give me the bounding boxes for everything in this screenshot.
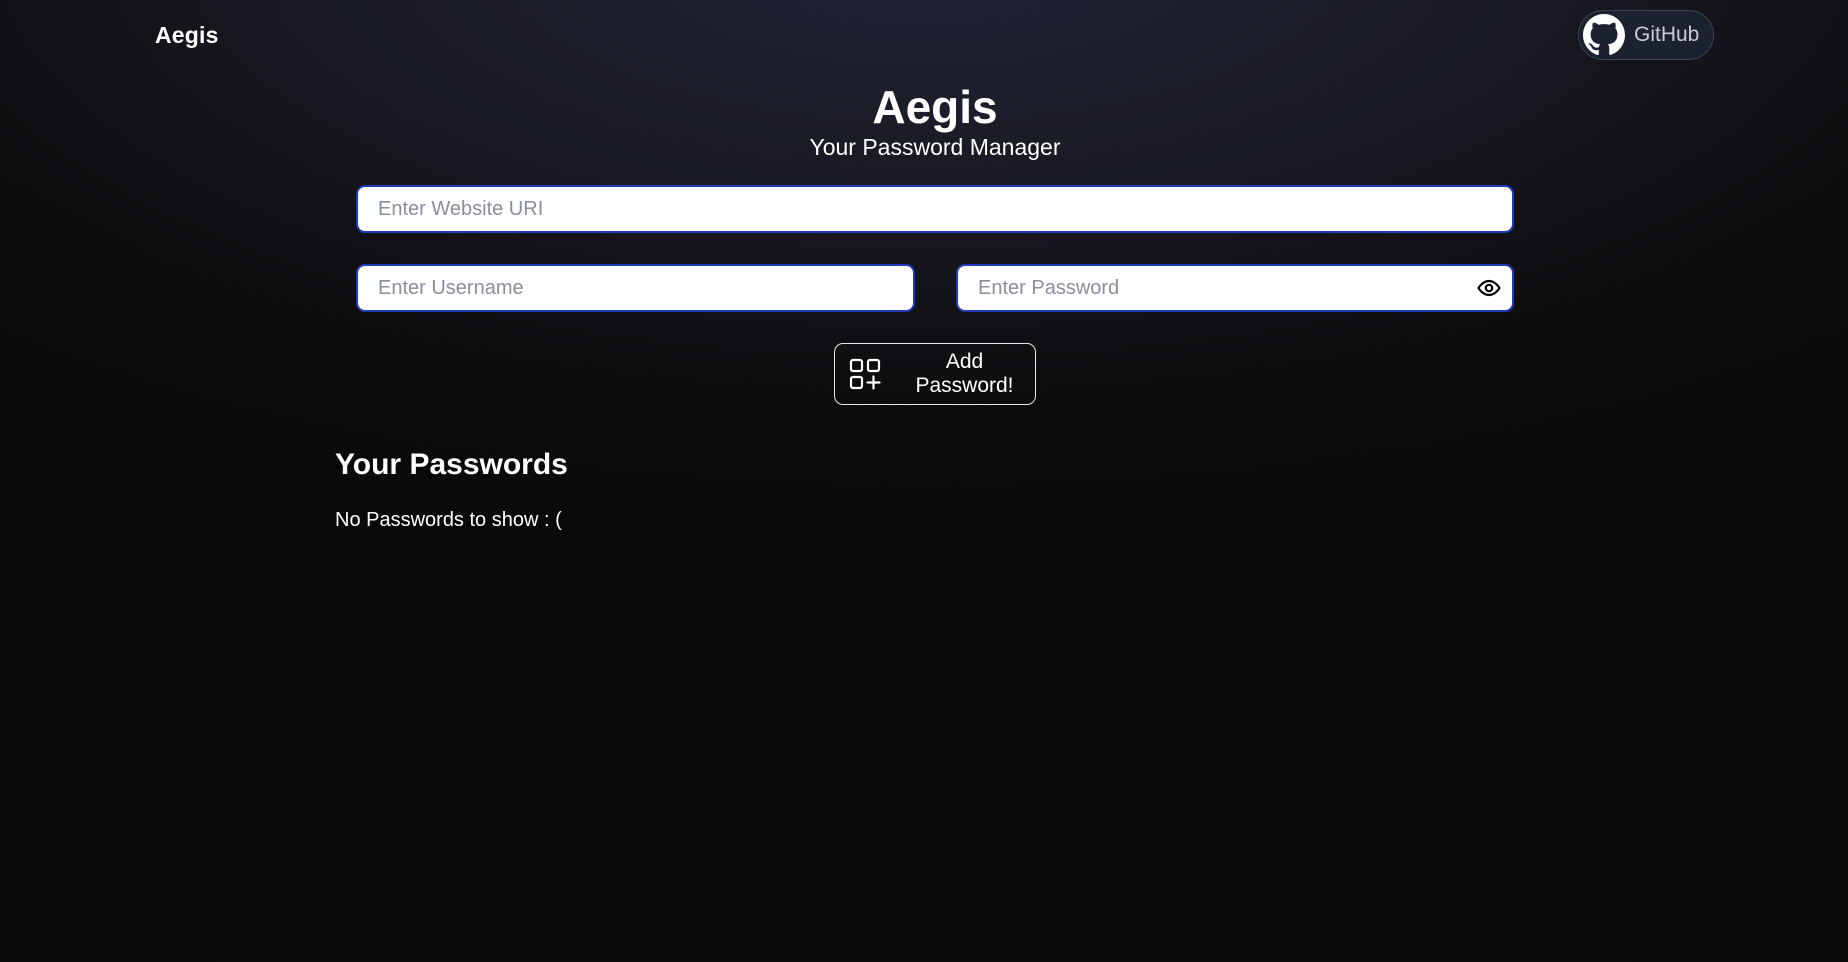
password-field-wrapper: [956, 264, 1514, 312]
website-url-input[interactable]: [356, 185, 1514, 233]
passwords-section-title: Your Passwords: [335, 448, 568, 481]
github-label: GitHub: [1634, 23, 1700, 46]
add-password-button[interactable]: Add Password!: [834, 343, 1036, 405]
github-icon: [1582, 13, 1626, 57]
eye-icon[interactable]: [1476, 275, 1502, 301]
username-input[interactable]: [356, 264, 915, 312]
add-grid-icon: [849, 358, 881, 390]
github-button[interactable]: GitHub: [1578, 10, 1714, 60]
password-input[interactable]: [956, 264, 1514, 312]
page-subtitle: Your Password Manager: [809, 134, 1061, 160]
page-title: Aegis: [872, 81, 998, 133]
empty-passwords-message: No Passwords to show : (: [335, 509, 562, 531]
brand-logo-text[interactable]: Aegis: [155, 22, 219, 49]
add-password-label: Add Password!: [915, 350, 1014, 397]
